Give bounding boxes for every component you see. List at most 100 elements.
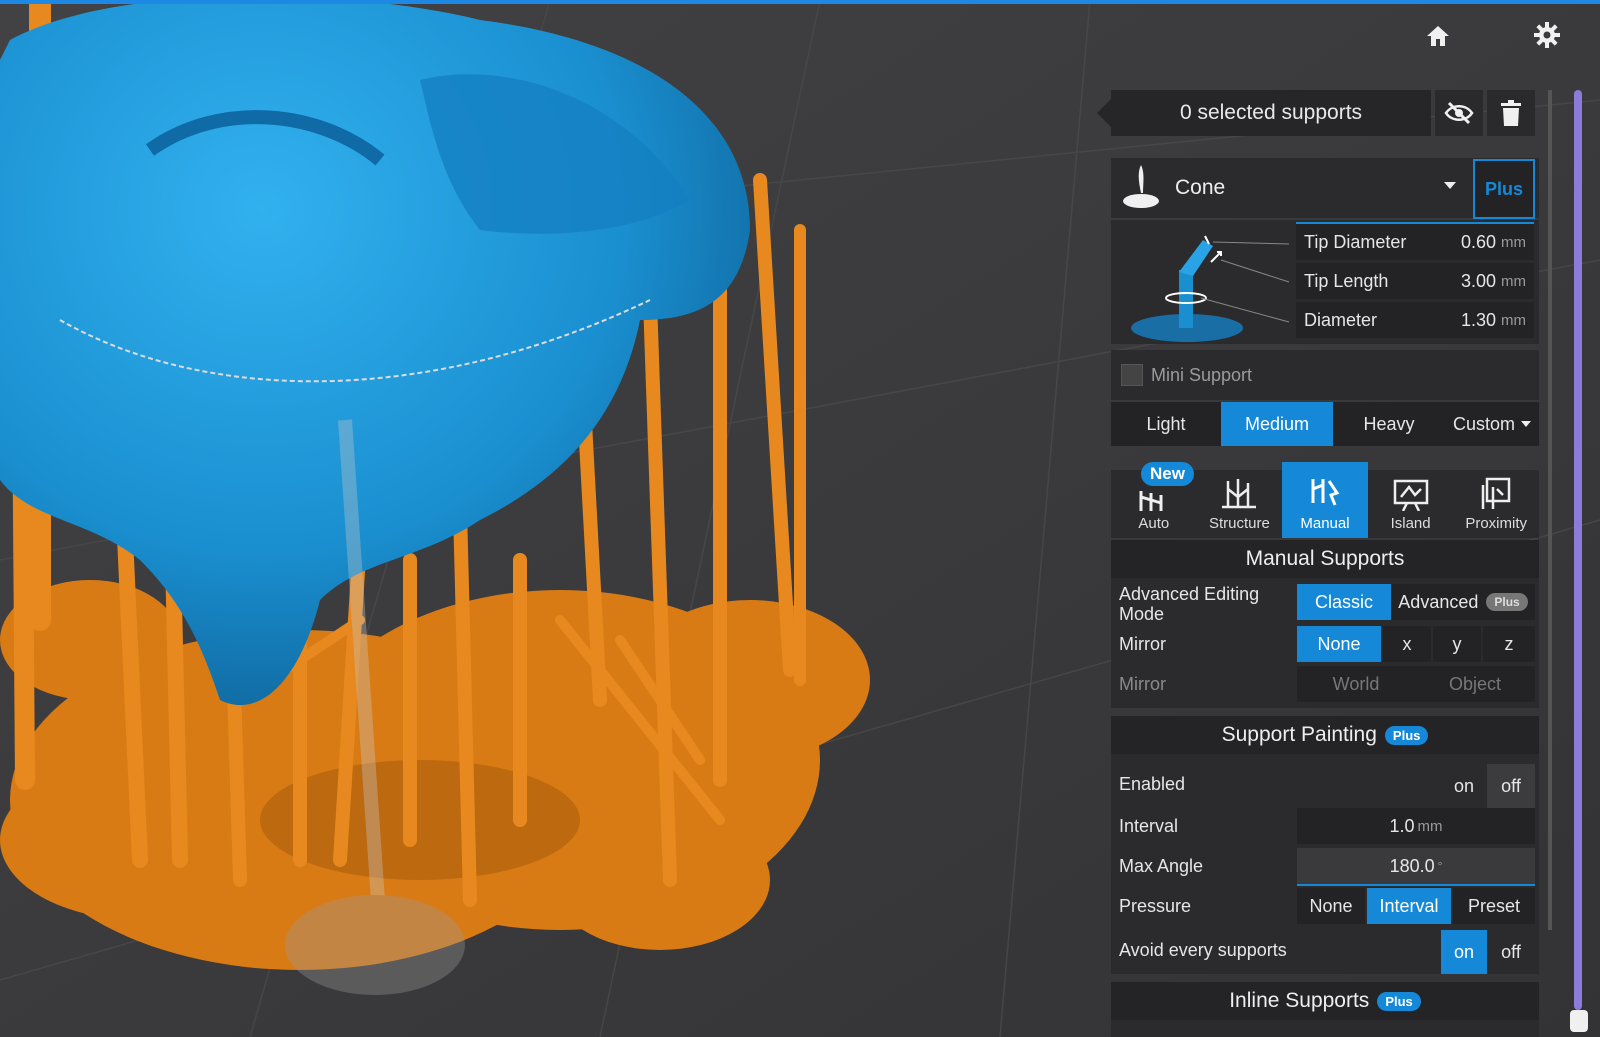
tip-length-field[interactable]: Tip Length 3.00 mm xyxy=(1296,263,1534,299)
editing-mode-selector: Classic Advanced Plus xyxy=(1297,584,1535,620)
density-medium-label: Medium xyxy=(1244,413,1310,434)
trash-icon xyxy=(1501,100,1521,126)
tool-auto-label: Auto xyxy=(1138,515,1170,532)
chevron-down-icon xyxy=(1444,182,1456,189)
selected-supports-text: 0 selected supports xyxy=(1179,101,1363,124)
editing-advanced[interactable]: Advanced Plus xyxy=(1391,584,1535,620)
mirror-world[interactable]: World xyxy=(1297,666,1415,702)
mirror-y[interactable]: y xyxy=(1433,626,1481,662)
island-support-icon xyxy=(1393,479,1428,511)
tool-island-label: Island xyxy=(1390,515,1431,532)
mirror-space-selector: World Object xyxy=(1297,666,1535,702)
tip-diameter-unit: mm xyxy=(1501,233,1526,251)
mirror-none[interactable]: None xyxy=(1297,626,1381,662)
enabled-toggle: on off xyxy=(1441,764,1535,808)
pressure-interval[interactable]: Interval xyxy=(1367,888,1451,924)
mini-support-row: Mini Support xyxy=(1111,350,1539,400)
density-selector: Light Medium Heavy Custom xyxy=(1111,402,1539,446)
pressure-preset[interactable]: Preset xyxy=(1453,888,1535,924)
manual-supports-title: Manual Supports xyxy=(1245,547,1405,570)
support-tip-diagram-icon xyxy=(1131,235,1290,342)
interval-field[interactable]: 1.0 mm xyxy=(1297,808,1535,844)
pressure-label: Pressure xyxy=(1119,896,1192,916)
auto-support-icon xyxy=(1139,491,1163,511)
diameter-label: Diameter xyxy=(1304,309,1378,330)
tip-length-value: 3.00 xyxy=(1460,270,1496,291)
tool-structure-label: Structure xyxy=(1208,515,1270,532)
density-light[interactable]: Light xyxy=(1111,402,1221,446)
mini-support-label: Mini Support xyxy=(1151,364,1253,385)
editing-classic[interactable]: Classic xyxy=(1297,584,1391,620)
max-angle-unit: ° xyxy=(1437,859,1443,873)
gear-icon[interactable] xyxy=(1530,18,1564,52)
interval-value: 1.0 xyxy=(1389,815,1415,836)
top-accent-bar xyxy=(0,0,1600,4)
density-medium[interactable]: Medium xyxy=(1221,402,1333,446)
mirror-world-label: World xyxy=(1332,673,1380,694)
panel-divider xyxy=(1548,90,1552,930)
editing-classic-label: Classic xyxy=(1314,591,1373,612)
tip-diameter-field[interactable]: Tip Diameter 0.60 mm xyxy=(1296,222,1534,260)
tip-length-label: Tip Length xyxy=(1304,270,1389,291)
mirror-axis-selector: None x y z xyxy=(1297,626,1535,662)
enabled-on-label: on xyxy=(1453,775,1475,796)
tool-auto[interactable]: New Auto xyxy=(1111,462,1197,538)
max-angle-field[interactable]: 180.0 ° xyxy=(1297,848,1535,886)
inline-supports-title: Inline Supports xyxy=(1229,989,1370,1012)
interval-unit: mm xyxy=(1417,817,1443,835)
new-badge: New xyxy=(1141,462,1194,486)
chevron-down-icon xyxy=(1521,421,1531,427)
manual-supports-section: Advanced Editing Mode Classic Advanced Pl… xyxy=(1111,578,1539,708)
plus-label: Plus xyxy=(1484,178,1523,199)
pressure-none[interactable]: None xyxy=(1297,888,1365,924)
structure-support-icon xyxy=(1222,479,1257,509)
tip-diameter-label: Tip Diameter xyxy=(1304,231,1407,252)
mirror-x[interactable]: x xyxy=(1383,626,1431,662)
home-icon[interactable] xyxy=(1422,20,1454,52)
interval-label: Interval xyxy=(1119,816,1179,836)
hide-supports-button[interactable] xyxy=(1435,90,1483,136)
tool-island[interactable]: Island xyxy=(1368,470,1454,538)
tool-structure[interactable]: Structure xyxy=(1197,470,1283,538)
mini-support-checkbox[interactable] xyxy=(1121,364,1143,386)
proximity-support-icon xyxy=(1481,477,1511,509)
mirror-z[interactable]: z xyxy=(1483,626,1535,662)
support-type-dropdown[interactable]: Cone xyxy=(1111,158,1466,218)
delete-supports-button[interactable] xyxy=(1487,90,1535,136)
enabled-on[interactable]: on xyxy=(1441,764,1487,808)
tool-manual[interactable]: Manual xyxy=(1282,462,1368,538)
pressure-selector: None Interval Preset xyxy=(1297,888,1535,924)
mirror-space-label: Mirror xyxy=(1119,674,1166,694)
enabled-off-label: off xyxy=(1501,775,1521,796)
max-angle-value: 180.0 xyxy=(1389,855,1435,876)
max-angle-label: Max Angle xyxy=(1119,856,1204,876)
tool-proximity-label: Proximity xyxy=(1465,515,1527,532)
selected-supports-label: 0 selected supports xyxy=(1097,90,1431,136)
avoid-off[interactable]: off xyxy=(1487,930,1535,974)
support-painting-section: Enabled on off Interval 1.0 mm Max Angle … xyxy=(1111,754,1539,974)
density-custom[interactable]: Custom xyxy=(1445,402,1539,446)
scroll-thumb[interactable] xyxy=(1570,1010,1588,1032)
support-type-row: Cone Plus xyxy=(1111,158,1539,219)
enabled-off[interactable]: off xyxy=(1487,764,1535,808)
eye-slash-icon xyxy=(1444,101,1474,125)
avoid-on[interactable]: on xyxy=(1441,930,1487,974)
diameter-field[interactable]: Diameter 1.30 mm xyxy=(1296,302,1534,338)
plus-badge-button[interactable]: Plus xyxy=(1473,159,1535,219)
mirror-x-label: x xyxy=(1402,633,1412,654)
panel-scrollbar[interactable] xyxy=(1574,90,1582,1010)
advanced-editing-mode-label: Advanced Editing Mode xyxy=(1119,584,1260,624)
avoid-off-label: off xyxy=(1501,941,1521,962)
tool-proximity[interactable]: Proximity xyxy=(1453,470,1539,538)
support-type-name: Cone xyxy=(1175,176,1226,199)
plus-badge: Plus xyxy=(1377,991,1421,1011)
mirror-object[interactable]: Object xyxy=(1415,666,1535,702)
tip-diameter-value: 0.60 xyxy=(1460,231,1496,252)
inline-supports-header: Inline Supports Plus xyxy=(1111,982,1539,1020)
mirror-z-label: z xyxy=(1504,633,1514,654)
density-light-label: Light xyxy=(1146,413,1186,434)
mirror-none-label: None xyxy=(1317,633,1361,654)
inline-supports-section xyxy=(1111,1020,1539,1037)
pressure-preset-label: Preset xyxy=(1467,895,1521,916)
density-heavy[interactable]: Heavy xyxy=(1333,402,1445,446)
